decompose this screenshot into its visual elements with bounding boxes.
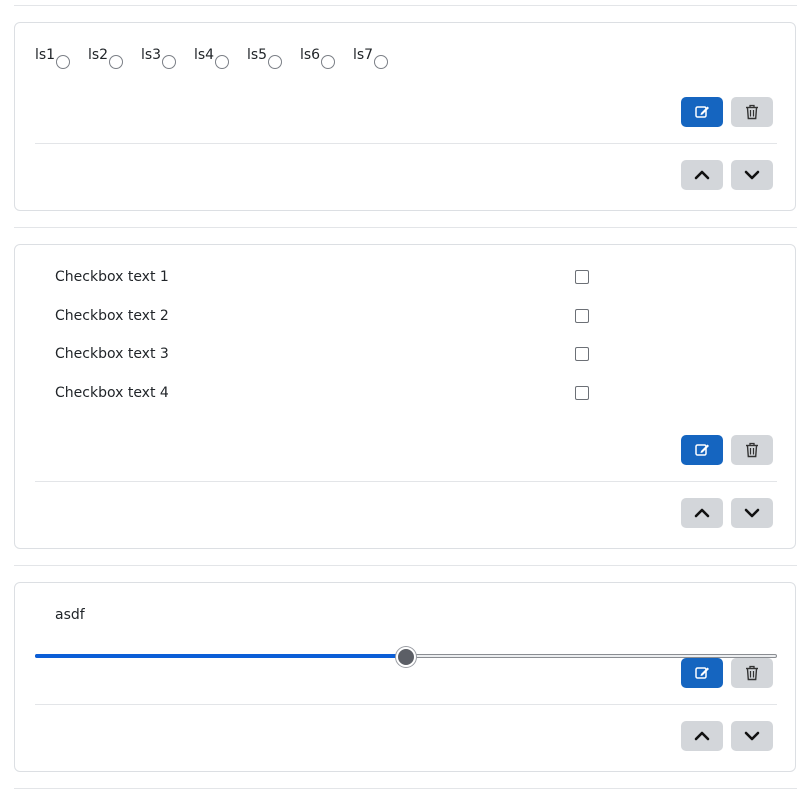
delete-button[interactable]: [731, 658, 773, 688]
delete-button[interactable]: [731, 435, 773, 465]
radio-label: ls1: [35, 47, 56, 63]
radio-option[interactable]: ls3: [141, 47, 194, 69]
checkbox-label: Checkbox text 3: [55, 346, 169, 362]
radio-group: ls1 ls2 ls3 ls4 ls5 ls6 ls7: [35, 47, 406, 69]
slider-fill: [35, 654, 406, 658]
radio-button[interactable]: [215, 55, 230, 69]
radio-label: ls3: [141, 47, 162, 63]
divider: [35, 481, 777, 482]
checkbox-row: Checkbox text 2: [55, 306, 595, 326]
trash-icon: [746, 104, 758, 120]
radio-button[interactable]: [162, 55, 177, 69]
move-up-button[interactable]: [681, 498, 723, 528]
radio-question-card: ls1 ls2 ls3 ls4 ls5 ls6 ls7: [14, 22, 796, 211]
radio-option[interactable]: ls1: [35, 47, 88, 69]
edit-icon: [695, 667, 709, 679]
edit-icon: [695, 106, 709, 118]
checkbox[interactable]: [575, 309, 589, 323]
delete-button[interactable]: [731, 97, 773, 127]
radio-button[interactable]: [56, 55, 71, 69]
radio-label: ls4: [194, 47, 215, 63]
checkbox-label: Checkbox text 2: [55, 308, 169, 324]
separator: [14, 5, 797, 6]
move-up-button[interactable]: [681, 721, 723, 751]
chevron-down-icon: [744, 508, 760, 518]
checkbox-row: Checkbox text 4: [55, 383, 595, 403]
chevron-up-icon: [694, 508, 710, 518]
edit-icon: [695, 444, 709, 456]
radio-option[interactable]: ls4: [194, 47, 247, 69]
checkbox-question-card: Checkbox text 1 Checkbox text 2 Checkbox…: [14, 244, 796, 549]
divider: [35, 704, 777, 705]
separator: [14, 788, 797, 789]
chevron-up-icon: [694, 731, 710, 741]
radio-button[interactable]: [374, 55, 389, 69]
chevron-down-icon: [744, 731, 760, 741]
edit-button[interactable]: [681, 435, 723, 465]
radio-button[interactable]: [321, 55, 336, 69]
radio-label: ls6: [300, 47, 321, 63]
radio-option[interactable]: ls5: [247, 47, 300, 69]
separator: [14, 565, 797, 566]
move-up-button[interactable]: [681, 160, 723, 190]
edit-button[interactable]: [681, 658, 723, 688]
radio-button[interactable]: [268, 55, 283, 69]
checkbox-row: Checkbox text 3: [55, 344, 595, 364]
checkbox[interactable]: [575, 270, 589, 284]
move-down-button[interactable]: [731, 498, 773, 528]
chevron-up-icon: [694, 170, 710, 180]
divider: [35, 143, 777, 144]
checkbox-row: Checkbox text 1: [55, 267, 595, 287]
trash-icon: [746, 442, 758, 458]
radio-label: ls7: [353, 47, 374, 63]
radio-label: ls5: [247, 47, 268, 63]
radio-option[interactable]: ls7: [353, 47, 406, 69]
edit-button[interactable]: [681, 97, 723, 127]
radio-option[interactable]: ls6: [300, 47, 353, 69]
checkbox-label: Checkbox text 1: [55, 269, 169, 285]
checkbox[interactable]: [575, 347, 589, 361]
radio-label: ls2: [88, 47, 109, 63]
checkbox-label: Checkbox text 4: [55, 385, 169, 401]
slider-label: asdf: [55, 607, 85, 623]
radio-button[interactable]: [109, 55, 124, 69]
move-down-button[interactable]: [731, 721, 773, 751]
chevron-down-icon: [744, 170, 760, 180]
checkbox[interactable]: [575, 386, 589, 400]
separator: [14, 227, 797, 228]
slider-question-card: asdf: [14, 582, 796, 772]
move-down-button[interactable]: [731, 160, 773, 190]
slider-thumb[interactable]: [396, 647, 416, 667]
trash-icon: [746, 665, 758, 681]
radio-option[interactable]: ls2: [88, 47, 141, 69]
